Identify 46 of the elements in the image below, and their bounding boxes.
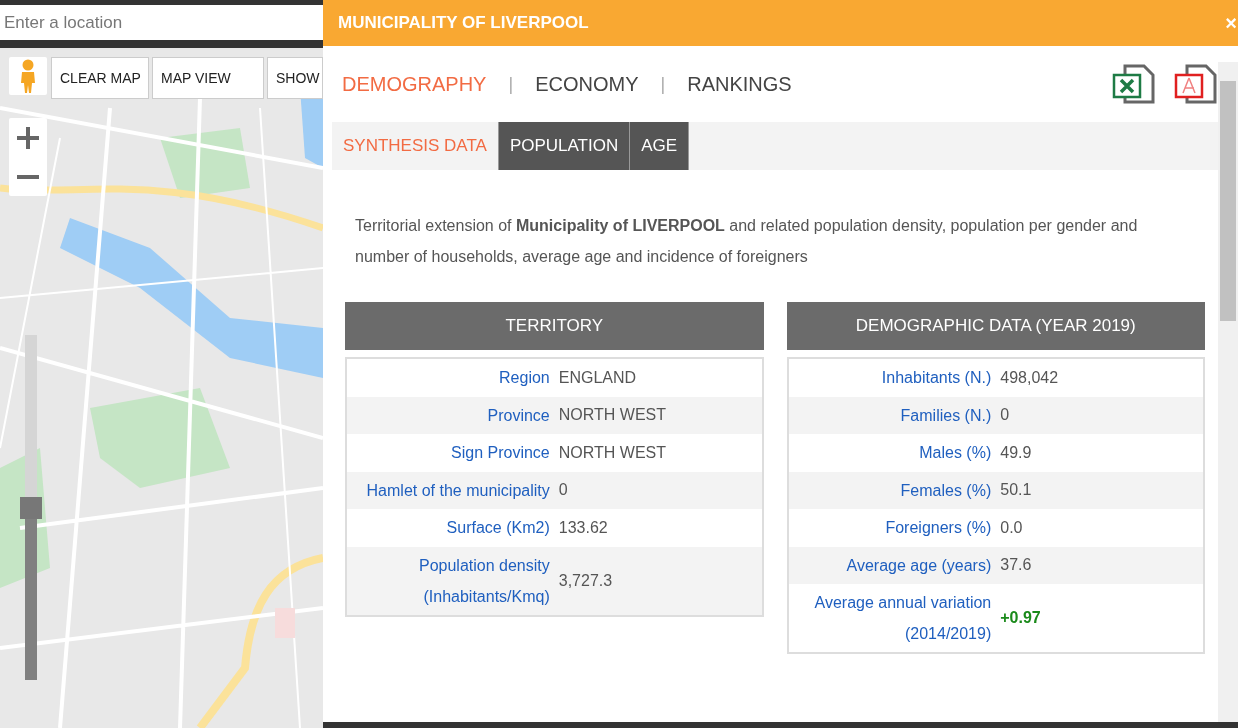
excel-file-icon[interactable] <box>1112 63 1156 105</box>
location-search-field[interactable]: Enter a location <box>0 5 323 40</box>
row-label: Region <box>498 368 550 389</box>
main-tab[interactable]: ECONOMY <box>535 72 639 96</box>
scrollbar-thumb[interactable] <box>1220 81 1236 321</box>
sub-tab[interactable]: POPULATION <box>498 122 631 170</box>
row-value: 0.0 <box>1000 518 1024 537</box>
row-value: 37.6 <box>1000 556 1033 575</box>
row-value: NORTH WEST <box>558 406 667 425</box>
row-value: 133.62 <box>558 518 609 537</box>
panel-title: MUNICIPALITY OF LIVERPOOL <box>338 13 589 33</box>
row-label: Sign Province <box>450 443 550 464</box>
pdf-file-icon[interactable] <box>1174 63 1218 105</box>
person-figure-icon[interactable] <box>9 57 47 95</box>
row-label: Foreigners (%) <box>884 518 992 539</box>
row-label: Males (%) <box>918 443 992 464</box>
scrollbar[interactable] <box>1218 62 1238 722</box>
map-button[interactable]: CLEAR MAP <box>51 57 149 99</box>
row-label: Females (%) <box>899 480 992 501</box>
row-label: Average annual variation (2014/2019) <box>813 593 992 644</box>
row-value: 50.1 <box>1000 481 1033 500</box>
row-value: 498,042 <box>1000 368 1060 387</box>
row-value: 3,727.3 <box>558 571 614 590</box>
row-value: 0 <box>1000 406 1011 425</box>
row-label: Province <box>486 405 550 426</box>
map-button[interactable]: SHOW <box>267 57 323 99</box>
row-value: ENGLAND <box>558 368 638 387</box>
row-value: 49.9 <box>1000 443 1033 462</box>
row-label: Surface (Km2) <box>445 518 550 539</box>
sub-tab[interactable]: AGE <box>630 122 690 170</box>
main-tab[interactable]: RANKINGS <box>687 72 792 96</box>
row-label: Population density (Inhabitants/Kmq) <box>418 555 550 607</box>
intro-text: Territorial extension of Municipality of LIVERPOOL and related population density, population per gender and number of households, average age and incidence of foreigners <box>355 216 1139 267</box>
row-label: Families (N.) <box>899 405 992 426</box>
row-value: +0.97 <box>1000 609 1042 627</box>
slider-handle[interactable] <box>20 496 42 519</box>
tab-separator: | <box>508 73 514 95</box>
row-value: 0 <box>558 481 569 500</box>
table-heading: TERRITORY <box>345 302 764 350</box>
table-heading: DEMOGRAPHIC DATA (YEAR 2019) <box>786 302 1205 350</box>
row-label: Inhabitants (N.) <box>880 368 992 389</box>
map-button[interactable]: MAP VIEW <box>152 57 264 99</box>
row-label: Hamlet of the municipality <box>365 480 550 501</box>
tab-separator: | <box>660 73 666 95</box>
row-value: NORTH WEST <box>558 443 667 462</box>
row-label: Average age (years) <box>845 555 992 576</box>
